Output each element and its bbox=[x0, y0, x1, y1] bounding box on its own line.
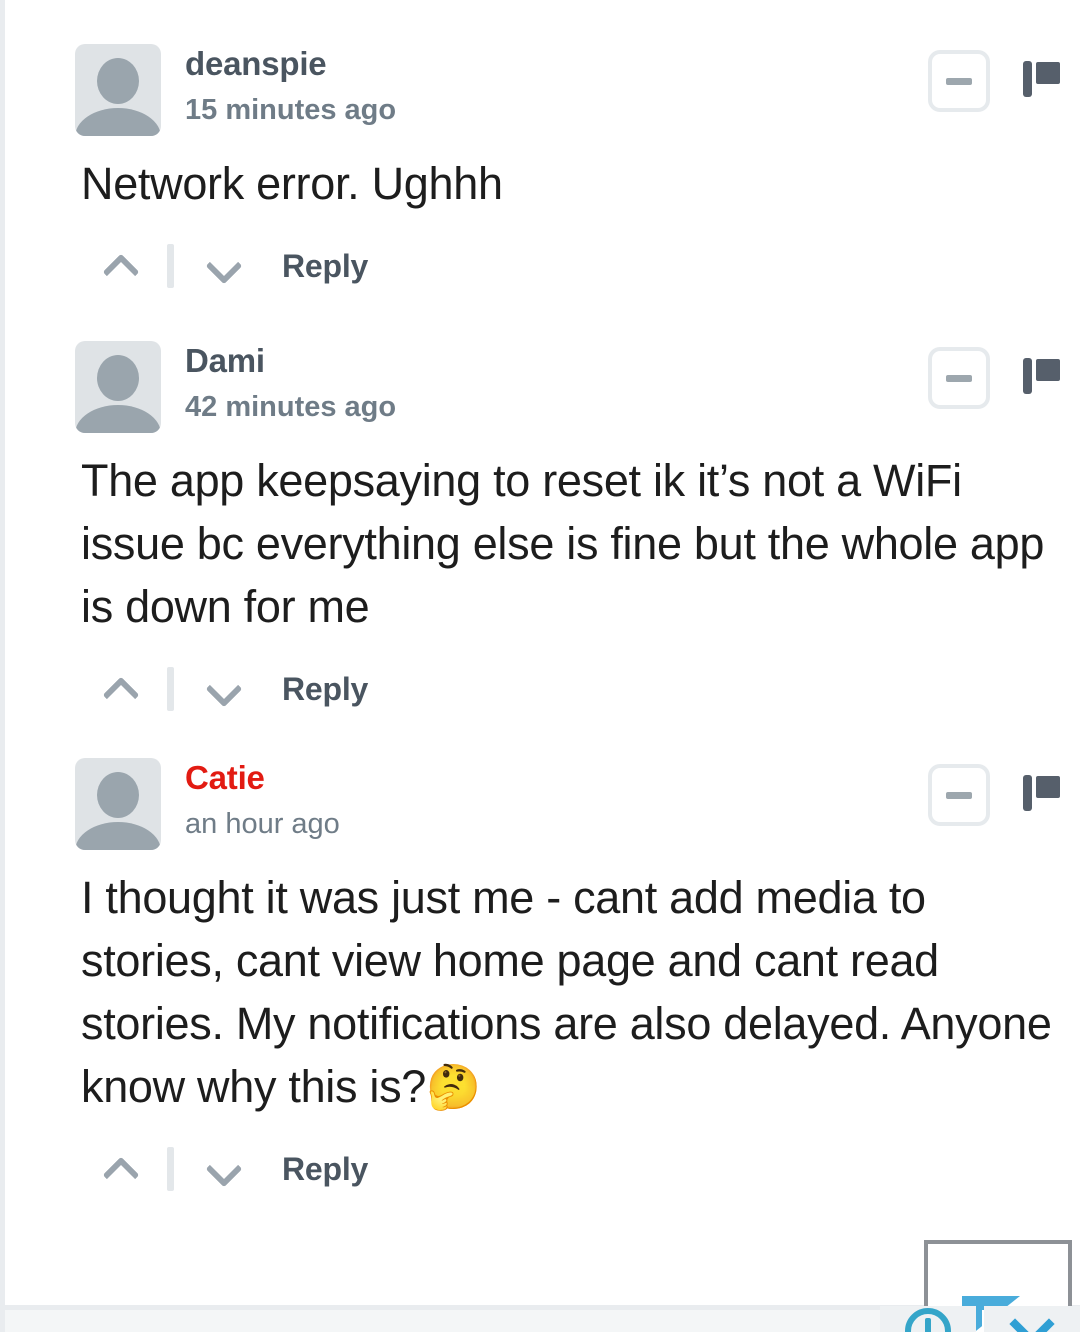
comment-timestamp: an hour ago bbox=[185, 807, 340, 840]
reply-button[interactable]: Reply bbox=[282, 1151, 368, 1188]
comment-footer: Reply bbox=[93, 660, 1062, 718]
comment-footer: Reply bbox=[93, 1140, 1062, 1198]
comment-item: Catie an hour ago I thought it was just … bbox=[5, 758, 1080, 1198]
minus-icon bbox=[946, 374, 972, 382]
comment-footer: Reply bbox=[93, 237, 1062, 295]
comment-author[interactable]: deanspie bbox=[185, 45, 396, 83]
flag-button[interactable] bbox=[1020, 354, 1062, 402]
comment-author[interactable]: Catie bbox=[185, 759, 340, 797]
comment-header: deanspie 15 minutes ago bbox=[75, 44, 1062, 136]
thinking-face-emoji: 🤔 bbox=[426, 1063, 481, 1112]
comment-author[interactable]: Dami bbox=[185, 342, 396, 380]
comment-actions bbox=[928, 50, 1062, 112]
reply-button[interactable]: Reply bbox=[282, 671, 368, 708]
comment-header: Dami 42 minutes ago bbox=[75, 341, 1062, 433]
flag-cloth-shape bbox=[1036, 62, 1060, 84]
compass-needle-shape bbox=[925, 1318, 931, 1332]
collapse-button[interactable] bbox=[928, 347, 990, 409]
minus-icon bbox=[946, 77, 972, 85]
minus-icon bbox=[946, 791, 972, 799]
comment-actions bbox=[928, 764, 1062, 826]
flag-icon bbox=[1023, 775, 1032, 811]
chevron-down-icon bbox=[209, 253, 235, 279]
collapse-button[interactable] bbox=[928, 764, 990, 826]
comment-meta: Dami 42 minutes ago bbox=[185, 341, 396, 429]
downvote-button[interactable] bbox=[196, 1143, 248, 1195]
comment-item: deanspie 15 minutes ago Network error. U… bbox=[5, 0, 1080, 295]
comment-spacer bbox=[5, 295, 1080, 341]
vote-divider bbox=[167, 667, 174, 711]
comment-spacer bbox=[5, 718, 1080, 758]
avatar[interactable] bbox=[75, 44, 161, 136]
comment-meta: deanspie 15 minutes ago bbox=[185, 44, 396, 132]
edge-icon-bar bbox=[880, 1306, 1080, 1332]
compass-circle-icon[interactable] bbox=[880, 1306, 976, 1332]
comment-timestamp: 42 minutes ago bbox=[185, 390, 397, 423]
chevron-up-icon bbox=[106, 676, 132, 702]
vote-divider bbox=[167, 1147, 174, 1191]
comment-list: deanspie 15 minutes ago Network error. U… bbox=[5, 0, 1080, 1198]
chevron-up-icon bbox=[106, 253, 132, 279]
flag-cloth-shape bbox=[1036, 359, 1060, 381]
avatar-head-shape bbox=[97, 772, 139, 818]
upvote-button[interactable] bbox=[93, 1143, 145, 1195]
avatar[interactable] bbox=[75, 758, 161, 850]
avatar[interactable] bbox=[75, 341, 161, 433]
flag-button[interactable] bbox=[1020, 771, 1062, 819]
comment-meta: Catie an hour ago bbox=[185, 758, 340, 846]
flag-icon bbox=[1023, 61, 1032, 97]
comment-body: I thought it was just me - cant add medi… bbox=[81, 866, 1062, 1118]
avatar-head-shape bbox=[97, 58, 139, 104]
collapse-button[interactable] bbox=[928, 50, 990, 112]
flag-button[interactable] bbox=[1020, 57, 1062, 105]
comment-header: Catie an hour ago bbox=[75, 758, 1062, 850]
double-chevron-down-icon[interactable] bbox=[984, 1306, 1080, 1332]
chevron-down-icon bbox=[209, 676, 235, 702]
avatar-head-shape bbox=[97, 355, 139, 401]
downvote-button[interactable] bbox=[196, 240, 248, 292]
reply-button[interactable]: Reply bbox=[282, 248, 368, 285]
comment-body-text: I thought it was just me - cant add medi… bbox=[81, 872, 1052, 1112]
comment-actions bbox=[928, 347, 1062, 409]
comment-timestamp: 15 minutes ago bbox=[185, 93, 397, 126]
comment-item: Dami 42 minutes ago The app keepsaying t… bbox=[5, 341, 1080, 718]
chevron-down-icon bbox=[209, 1156, 235, 1182]
avatar-body-shape bbox=[75, 405, 161, 433]
comment-body: Network error. Ughhh bbox=[81, 158, 503, 209]
chevron-up-icon bbox=[106, 1156, 132, 1182]
avatar-body-shape bbox=[75, 108, 161, 136]
downvote-button[interactable] bbox=[196, 663, 248, 715]
avatar-body-shape bbox=[75, 822, 161, 850]
flag-cloth-shape bbox=[1036, 776, 1060, 798]
comment-body: The app keepsaying to reset ik it’s not … bbox=[81, 455, 1045, 632]
flag-icon bbox=[1023, 358, 1032, 394]
vote-divider bbox=[167, 244, 174, 288]
upvote-button[interactable] bbox=[93, 663, 145, 715]
upvote-button[interactable] bbox=[93, 240, 145, 292]
comment-thread-page: deanspie 15 minutes ago Network error. U… bbox=[0, 0, 1080, 1332]
chevron-down-shape bbox=[1009, 1306, 1055, 1332]
